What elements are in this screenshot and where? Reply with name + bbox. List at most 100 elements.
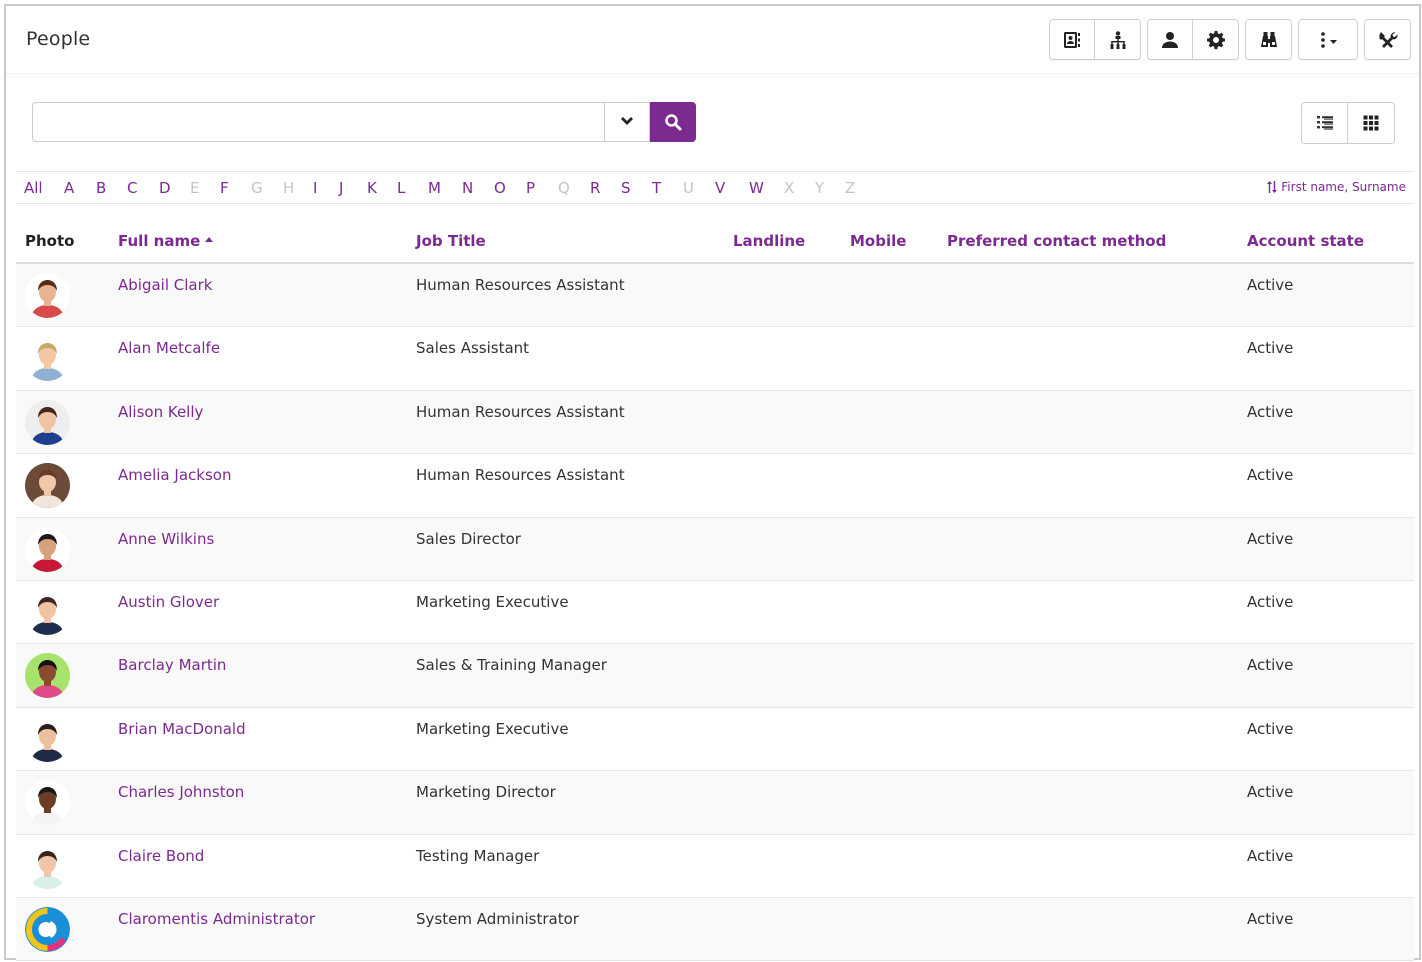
person-name-link[interactable]: Austin Glover (118, 593, 219, 611)
table-body: Abigail Clark Human Resources Assistant Ac… (16, 264, 1414, 962)
letter-filter-t[interactable]: T (652, 179, 683, 197)
letter-filter-d[interactable]: D (159, 179, 190, 197)
account-state: Active (1247, 656, 1294, 675)
account-state: Active (1247, 276, 1294, 294)
toolbar-group-more (1298, 19, 1358, 60)
search-icon (665, 114, 682, 131)
person-name-link[interactable]: Claromentis Administrator (118, 910, 315, 928)
table-row[interactable]: Anne Wilkins Sales Director Active (16, 517, 1414, 581)
chevron-down-icon (621, 117, 633, 125)
sort-ascending-icon (205, 237, 214, 242)
table-row[interactable]: Claromentis Administrator System Administ… (16, 897, 1414, 962)
letter-filter-p[interactable]: P (526, 179, 558, 197)
claromentis-logo-icon (25, 906, 70, 952)
avatar[interactable] (25, 589, 70, 635)
column-mobile[interactable]: Mobile (850, 232, 906, 250)
tools-icon (1378, 31, 1398, 48)
table-row[interactable]: Alan Metcalfe Sales Assistant Active (16, 327, 1414, 391)
letter-filter-i[interactable]: I (313, 179, 339, 197)
column-landline[interactable]: Landline (733, 232, 805, 250)
job-title: Marketing Director (416, 783, 556, 802)
grid-view-button[interactable] (1348, 103, 1394, 143)
search-options-dropdown[interactable] (604, 102, 650, 142)
letter-filter-j[interactable]: J (339, 179, 367, 197)
list-view-button[interactable] (1302, 103, 1348, 143)
admin-tools-button[interactable] (1365, 20, 1410, 59)
person-photo (25, 526, 70, 572)
toolbar-group-directory (1049, 19, 1141, 60)
table-row[interactable]: Alison Kelly Human Resources Assistant Act… (16, 390, 1414, 455)
job-title: Sales Assistant (416, 339, 530, 358)
table-row[interactable]: Brian MacDonald Marketing Executive Active (16, 707, 1414, 772)
column-account-state[interactable]: Account state (1247, 232, 1364, 250)
gear-icon (1206, 30, 1225, 49)
avatar[interactable] (25, 906, 70, 952)
person-name-link[interactable]: Charles Johnston (118, 783, 244, 801)
avatar[interactable] (25, 653, 70, 699)
page-header: People (6, 6, 1419, 74)
letter-filter-w[interactable]: W (749, 179, 784, 197)
account-state: Active (1247, 466, 1294, 485)
person-name-link[interactable]: Anne Wilkins (118, 530, 214, 548)
letter-filter-a[interactable]: A (64, 179, 96, 197)
person-name-link[interactable]: Brian MacDonald (118, 720, 246, 738)
search-input[interactable] (32, 102, 604, 142)
letter-filter-n[interactable]: N (462, 179, 494, 197)
avatar[interactable] (25, 463, 70, 509)
user-profile-button[interactable] (1148, 20, 1193, 59)
table-row[interactable]: Charles Johnston Marketing Director Active (16, 771, 1414, 835)
letter-filter-l[interactable]: L (397, 179, 428, 197)
sort-order-label: First name, Surname (1281, 180, 1406, 194)
column-job-title[interactable]: Job Title (416, 232, 486, 250)
avatar[interactable] (25, 336, 70, 382)
job-title: Marketing Executive (416, 592, 569, 611)
job-title: System Administrator (416, 909, 579, 928)
job-title: Marketing Executive (416, 719, 569, 738)
person-photo (25, 843, 70, 889)
letter-filter-b[interactable]: B (96, 179, 127, 197)
account-state: Active (1247, 592, 1294, 611)
toolbar-group-find (1245, 19, 1292, 60)
account-state: Active (1247, 402, 1294, 421)
letter-filter-v[interactable]: V (715, 179, 749, 197)
table-row[interactable]: Barclay Martin Sales & Training Manager Ac… (16, 644, 1414, 708)
letter-filter-m[interactable]: M (428, 179, 462, 197)
contact-card-button[interactable] (1050, 20, 1095, 59)
settings-button[interactable] (1193, 20, 1238, 59)
table-row[interactable]: Abigail Clark Human Resources Assistant Ac… (16, 264, 1414, 328)
letter-filter-f[interactable]: F (220, 179, 251, 197)
alphabet-letters: All ABCDE FG HIJKLMNOPQ RSTU VWX Y Z (24, 179, 873, 197)
sort-arrows-icon (1267, 181, 1278, 193)
person-name-link[interactable]: Abigail Clark (118, 276, 212, 294)
search-button[interactable] (650, 102, 696, 142)
person-name-link[interactable]: Alison Kelly (118, 403, 203, 421)
avatar[interactable] (25, 716, 70, 762)
avatar[interactable] (25, 526, 70, 572)
find-button[interactable] (1246, 20, 1291, 59)
sort-order-link[interactable]: First name, Surname (1267, 180, 1406, 194)
avatar[interactable] (25, 399, 70, 445)
org-chart-button[interactable] (1095, 20, 1140, 59)
person-name-link[interactable]: Barclay Martin (118, 656, 226, 674)
avatar[interactable] (25, 273, 70, 318)
column-full-name[interactable]: Full name (118, 232, 214, 250)
more-options-button[interactable] (1299, 20, 1357, 59)
letter-filter-k[interactable]: K (367, 179, 397, 197)
search-bar (32, 102, 696, 142)
letter-filter-o[interactable]: O (494, 179, 526, 197)
avatar[interactable] (25, 843, 70, 889)
person-name-link[interactable]: Claire Bond (118, 847, 204, 865)
person-name-link[interactable]: Alan Metcalfe (118, 339, 220, 357)
letter-filter-r[interactable]: R (590, 179, 621, 197)
table-row[interactable]: Amelia Jackson Human Resources Assistant A… (16, 454, 1414, 518)
person-name-link[interactable]: Amelia Jackson (118, 466, 231, 484)
table-row[interactable]: Austin Glover Marketing Executive Active (16, 580, 1414, 645)
column-preferred-contact[interactable]: Preferred contact method (947, 232, 1166, 250)
letter-filter-all[interactable]: All (24, 179, 64, 197)
avatar[interactable] (25, 780, 70, 826)
table-row[interactable]: Claire Bond Testing Manager Active (16, 834, 1414, 898)
person-photo (25, 780, 70, 826)
alphabet-filter-bar: All ABCDE FG HIJKLMNOPQ RSTU VWX Y Z First nam… (16, 171, 1414, 204)
letter-filter-s[interactable]: S (621, 179, 652, 197)
letter-filter-c[interactable]: C (127, 179, 159, 197)
